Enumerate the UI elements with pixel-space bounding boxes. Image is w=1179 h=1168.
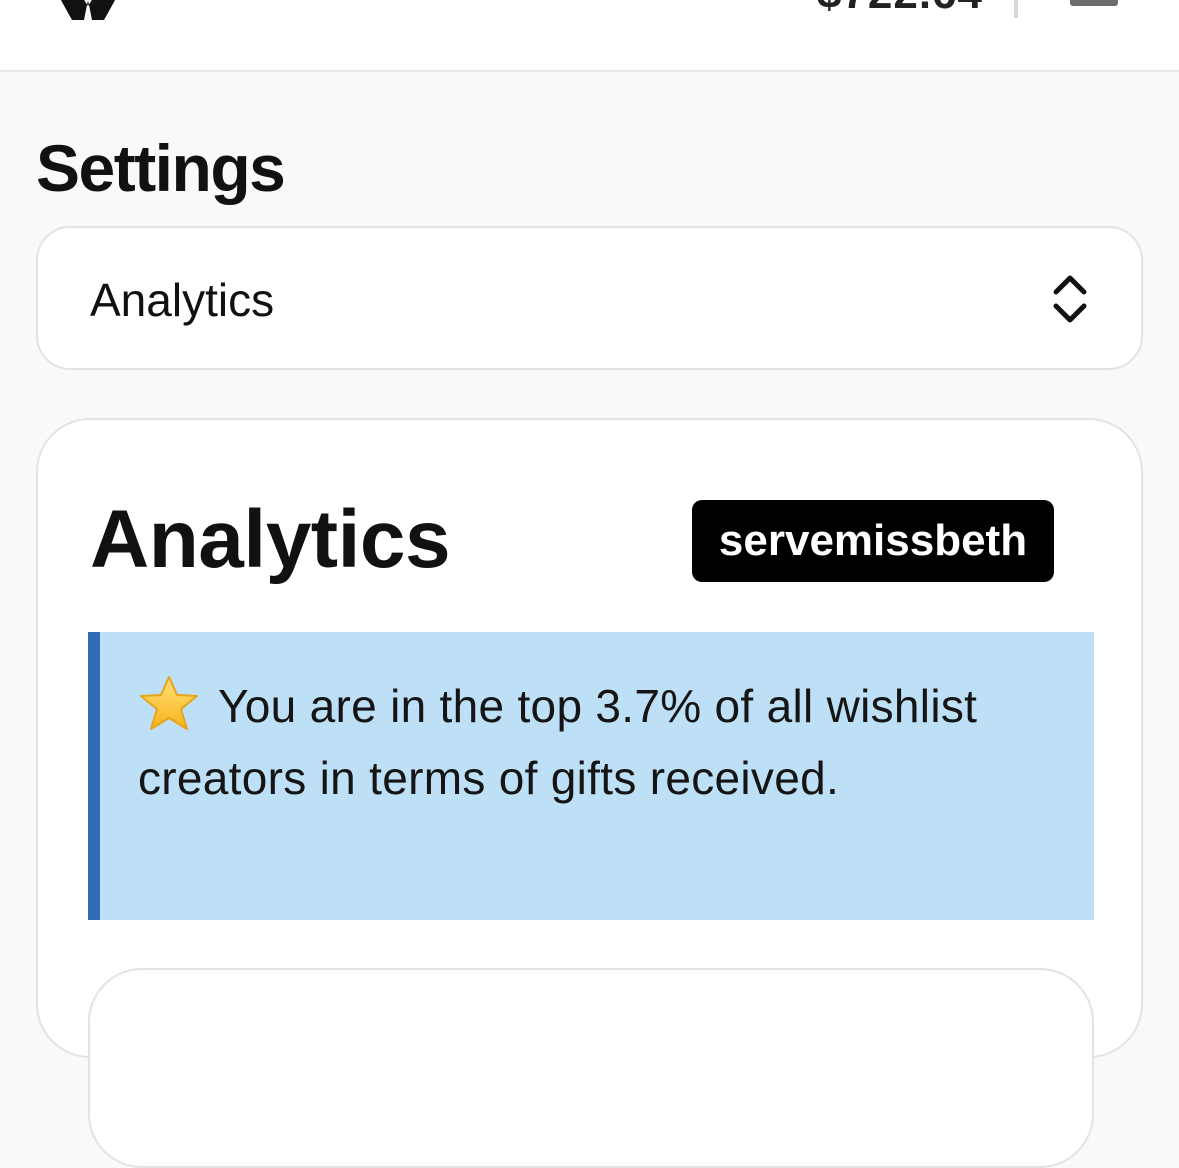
page-title: Settings — [36, 131, 286, 205]
chevron-up-down-icon — [1053, 275, 1087, 323]
top-navigation-bar: $722.64 — [0, 0, 1179, 72]
analytics-subcard — [88, 968, 1094, 1168]
hamburger-menu-icon[interactable] — [1070, 0, 1118, 6]
topbar-divider — [1014, 0, 1018, 18]
ranking-callout: You are in the top 3.7% of all wishlist … — [88, 632, 1094, 920]
ranking-callout-text: You are in the top 3.7% of all wishlist … — [138, 680, 978, 804]
analytics-heading: Analytics — [90, 494, 451, 585]
settings-section-select[interactable]: Analytics — [36, 226, 1143, 370]
analytics-card: Analytics servemissbeth You are in the t… — [36, 418, 1143, 1168]
wishlist-logo-icon[interactable] — [48, 0, 128, 20]
star-icon — [140, 676, 198, 730]
selected-section-label: Analytics — [90, 274, 275, 326]
wallet-balance[interactable]: $722.64 — [817, 0, 983, 16]
username-badge: servemissbeth — [692, 500, 1054, 582]
ranking-callout-content: You are in the top 3.7% of all wishlist … — [138, 670, 1038, 814]
